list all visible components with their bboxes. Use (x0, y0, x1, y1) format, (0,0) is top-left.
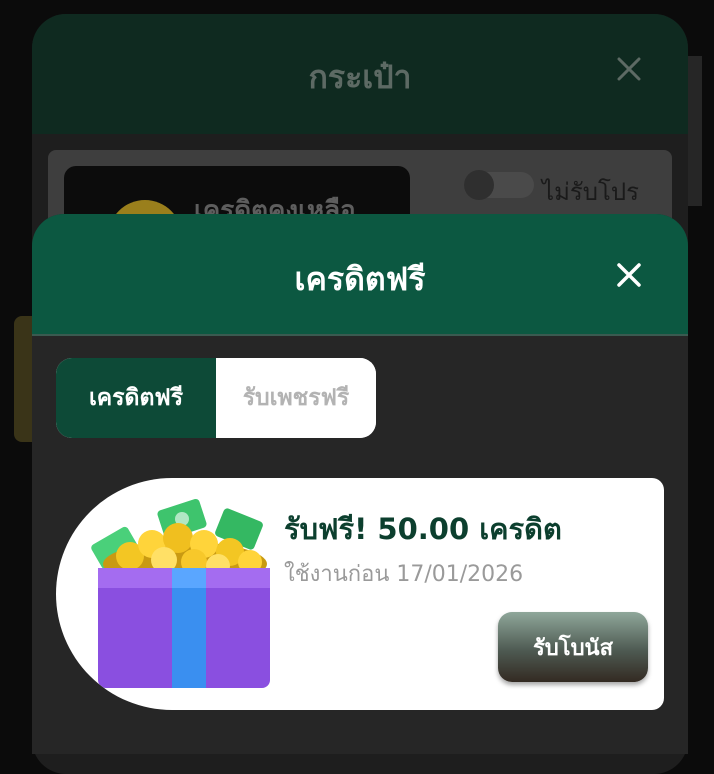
wallet-modal-title: กระเป๋า (308, 58, 412, 96)
no-promo-toggle[interactable] (464, 170, 534, 200)
free-credit-modal: เครดิตฟรี เครดิตฟรี รับเพชรฟรี รับฟรี! 5… (32, 214, 688, 754)
close-icon[interactable] (616, 56, 642, 82)
close-icon[interactable] (616, 262, 642, 288)
wallet-modal-header: กระเป๋า (32, 14, 688, 134)
modal-header: เครดิตฟรี (32, 214, 688, 336)
tab-free-credit[interactable]: เครดิตฟรี (56, 358, 216, 438)
bonus-expiry: ใช้งานก่อน 17/01/2026 (284, 562, 524, 587)
tab-bar: เครดิตฟรี รับเพชรฟรี (56, 358, 376, 438)
modal-title: เครดิตฟรี (294, 260, 426, 298)
side-strip (14, 316, 34, 442)
no-promo-label: ไม่รับโปร (542, 178, 640, 206)
toggle-knob (464, 170, 494, 200)
gift-box-icon (90, 494, 280, 694)
claim-bonus-button[interactable]: รับโบนัส (498, 612, 648, 682)
bonus-card: รับฟรี! 50.00 เครดิต ใช้งานก่อน 17/01/20… (56, 478, 664, 710)
tab-free-diamonds[interactable]: รับเพชรฟรี (216, 358, 376, 438)
side-strip (688, 56, 702, 206)
bonus-title: รับฟรี! 50.00 เครดิต (284, 512, 562, 546)
